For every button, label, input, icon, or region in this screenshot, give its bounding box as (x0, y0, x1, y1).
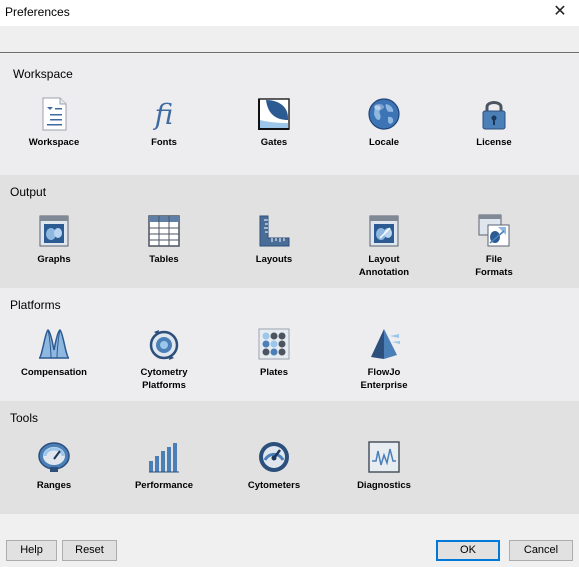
button-bar: Help Reset OK Cancel (0, 515, 579, 567)
pref-label: File Formats (475, 254, 513, 278)
help-button[interactable]: Help (6, 540, 57, 561)
cancel-button[interactable]: Cancel (509, 540, 573, 561)
section-output: Output Graphs Tables Layouts Layout Anno… (0, 175, 579, 288)
cytometer-dial-icon (259, 442, 289, 472)
pref-label: Graphs (37, 254, 71, 265)
plates-icon (258, 328, 290, 360)
fonts-fi-icon: fi (153, 98, 174, 131)
pref-label: FlowJo Enterprise (360, 367, 408, 391)
workspace-document-icon (42, 97, 67, 131)
pref-label: Layout Annotation (358, 254, 410, 278)
pref-label: Fonts (151, 137, 177, 148)
pref-label: Performance (134, 480, 194, 491)
pref-item-cytometers[interactable]: Cytometers (219, 439, 329, 492)
pref-item-workspace[interactable]: Workspace (0, 96, 109, 149)
pref-label: Locale (368, 137, 400, 148)
range-gauge-icon (38, 442, 70, 472)
pref-item-gates[interactable]: Gates (219, 96, 329, 149)
pref-item-license[interactable]: License (439, 96, 549, 149)
section-title-output: Output (10, 185, 47, 199)
pref-item-tables[interactable]: Tables (109, 213, 219, 266)
pref-item-performance[interactable]: Performance (109, 439, 219, 492)
compensation-peaks-icon (38, 329, 70, 359)
top-strip (0, 26, 579, 53)
pref-item-plates[interactable]: Plates (219, 326, 329, 379)
pref-label: Layouts (255, 254, 293, 265)
section-platforms: Platforms Compensation Cytometry Platfor… (0, 288, 579, 401)
pref-item-graphs[interactable]: Graphs (0, 213, 109, 266)
pref-item-fonts[interactable]: fi Fonts (109, 96, 219, 149)
bar-chart-icon (149, 443, 179, 473)
section-title-tools: Tools (10, 411, 39, 425)
pref-label: License (476, 137, 512, 148)
pref-label: Plates (260, 367, 288, 378)
globe-icon (368, 98, 400, 130)
pref-label: Workspace (28, 137, 80, 148)
reset-button[interactable]: Reset (62, 540, 117, 561)
ok-button[interactable]: OK (436, 540, 500, 561)
pref-item-layouts[interactable]: Layouts (219, 213, 329, 266)
pref-item-ranges[interactable]: Ranges (0, 439, 109, 492)
window-title: Preferences (5, 5, 70, 19)
table-grid-icon (148, 215, 180, 247)
pref-label: Cytometers (247, 480, 301, 491)
cytometry-platforms-icon (149, 330, 179, 360)
pref-label: Ranges (36, 480, 72, 491)
pref-label: Diagnostics (357, 480, 411, 491)
pref-label: Tables (149, 254, 179, 265)
pref-item-flowjo-enterprise[interactable]: FlowJo Enterprise (329, 326, 439, 392)
section-title-workspace: Workspace (13, 67, 73, 81)
layout-annotation-icon (369, 215, 399, 247)
gates-icon (258, 98, 290, 130)
close-icon[interactable]: ✕ (549, 2, 571, 22)
section-workspace: Workspace Workspace fi Fonts Gates Local… (0, 54, 579, 175)
pref-item-layout-annotation[interactable]: Layout Annotation (329, 213, 439, 279)
graphs-icon (39, 215, 69, 247)
section-title-platforms: Platforms (10, 298, 61, 312)
pref-item-diagnostics[interactable]: Diagnostics (329, 439, 439, 492)
svg-text:fi: fi (153, 98, 174, 131)
section-tools: Tools Ranges Performance Cytometers Diag… (0, 401, 579, 514)
pref-item-locale[interactable]: Locale (329, 96, 439, 149)
ruler-icon (259, 215, 290, 247)
enterprise-pyramid-icon (371, 329, 400, 359)
pref-label: Compensation (21, 367, 87, 378)
diagnostics-waveform-icon (368, 441, 400, 473)
pref-item-file-formats[interactable]: File Formats (439, 213, 549, 279)
file-formats-icon (478, 214, 510, 247)
pref-item-compensation[interactable]: Compensation (0, 326, 109, 379)
pref-item-cytometry-platforms[interactable]: Cytometry Platforms (109, 326, 219, 392)
pref-label: Cytometry Platforms (140, 367, 188, 391)
title-bar: Preferences ✕ (0, 0, 579, 26)
pref-label: Gates (260, 137, 288, 148)
padlock-icon (482, 101, 506, 130)
